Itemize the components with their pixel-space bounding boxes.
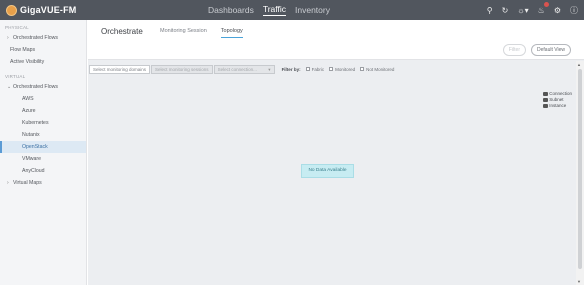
page-title: Orchestrate [101, 27, 143, 36]
top-nav: Dashboards Traffic Inventory [208, 0, 339, 20]
nav-traffic[interactable]: Traffic [262, 4, 286, 16]
sidebar-item-aws[interactable]: AWS [0, 93, 86, 105]
scrollbar-thumb[interactable] [578, 69, 582, 269]
scroll-up-icon[interactable]: ▲ [577, 62, 581, 67]
info-icon[interactable]: ⓘ [570, 5, 578, 16]
main-content: Orchestrate Monitoring Session Topology … [88, 20, 584, 285]
refresh-icon[interactable]: ↻ [502, 6, 509, 15]
filter-bar: Select monitoring domains Select monitor… [88, 64, 394, 74]
sidebar-item-azure[interactable]: Azure [0, 105, 86, 117]
sidebar-item-virtual-maps[interactable]: › Virtual Maps [0, 177, 86, 189]
sidebar-item-vmware[interactable]: VMware [0, 153, 86, 165]
gigamon-logo-icon [6, 4, 17, 16]
empty-state-message: No Data Available [301, 164, 354, 178]
scroll-down-icon[interactable]: ▼ [577, 279, 581, 284]
default-view-button[interactable]: Default View [531, 44, 571, 56]
sidebar-item-flow-maps[interactable]: Flow Maps [0, 44, 86, 56]
not-monitored-checkbox[interactable]: Not Monitored [360, 67, 394, 72]
top-icons: ⚲ ↻ ☼▾ ♨ ⚙ ⓘ [478, 0, 578, 20]
filter-button[interactable]: Filter [502, 44, 527, 56]
filter-by-label: Filter by: [281, 66, 301, 72]
tab-topology[interactable]: Topology [220, 28, 243, 38]
page-header: Orchestrate Monitoring Session Topology … [88, 20, 584, 60]
header-buttons: Filter Default View [498, 44, 571, 56]
checkbox-box[interactable] [305, 67, 310, 71]
chevron-right-icon: › [7, 180, 9, 186]
tabs: Monitoring Session Topology [160, 28, 257, 38]
brand-name: GigaVUE-FM [20, 5, 77, 15]
top-navigation-bar: GigaVUE-FM Dashboards Traffic Inventory … [0, 0, 584, 20]
fabric-checkbox[interactable]: Fabric [305, 67, 324, 72]
connection-icon [543, 92, 549, 96]
sidebar-item-nutanix[interactable]: Nutanix [0, 129, 86, 141]
instance-icon [543, 104, 549, 108]
sidebar-section-virtual: VIRTUAL [5, 74, 26, 79]
sidebar-item-orchestrated-flows-virtual[interactable]: ⌄ Orchestrated Flows [0, 81, 86, 93]
sidebar-item-openstack[interactable]: OpenStack [0, 141, 86, 153]
connection-select[interactable]: Select connection... ▾ [213, 64, 275, 74]
bell-icon[interactable]: ♨ [538, 1, 549, 15]
vertical-scrollbar[interactable]: ▲ ▼ [576, 61, 584, 285]
chevron-down-icon: ⌄ [7, 84, 12, 90]
sidebar-item-anycloud[interactable]: AnyCloud [0, 165, 86, 177]
topology-legend: Connection Subnet Instance [543, 91, 572, 109]
gear-icon[interactable]: ⚙ [554, 6, 561, 15]
sidebar-item-orchestrated-flows-physical[interactable]: › Orchestrated Flows [0, 32, 86, 44]
nav-inventory[interactable]: Inventory [295, 5, 330, 15]
sidebar-item-kubernetes[interactable]: Kubernetes [0, 117, 86, 129]
legend-instance: Instance [543, 103, 572, 109]
monitored-checkbox[interactable]: Monitored [329, 67, 355, 72]
sidebar-section-physical: PHYSICAL [5, 25, 29, 30]
checkbox-box[interactable] [360, 67, 365, 71]
chevron-right-icon: › [7, 35, 9, 41]
notification-badge [543, 1, 549, 7]
chevron-down-icon: ▾ [268, 66, 271, 72]
sidebar-item-active-visibility[interactable]: Active Visibility [0, 56, 86, 68]
search-icon[interactable]: ⚲ [487, 6, 493, 15]
sidebar: PHYSICAL › Orchestrated Flows Flow Maps A… [0, 20, 87, 285]
subnet-icon [543, 98, 549, 102]
nav-dashboards[interactable]: Dashboards [208, 5, 254, 15]
tab-monitoring-session[interactable]: Monitoring Session [160, 28, 207, 38]
checkbox-box[interactable] [329, 67, 334, 71]
monitoring-sessions-select[interactable]: Select monitoring sessions [151, 64, 213, 74]
monitoring-domains-select[interactable]: Select monitoring domains [89, 64, 151, 74]
help-icon[interactable]: ☼▾ [517, 6, 528, 15]
brand[interactable]: GigaVUE-FM [6, 4, 77, 16]
